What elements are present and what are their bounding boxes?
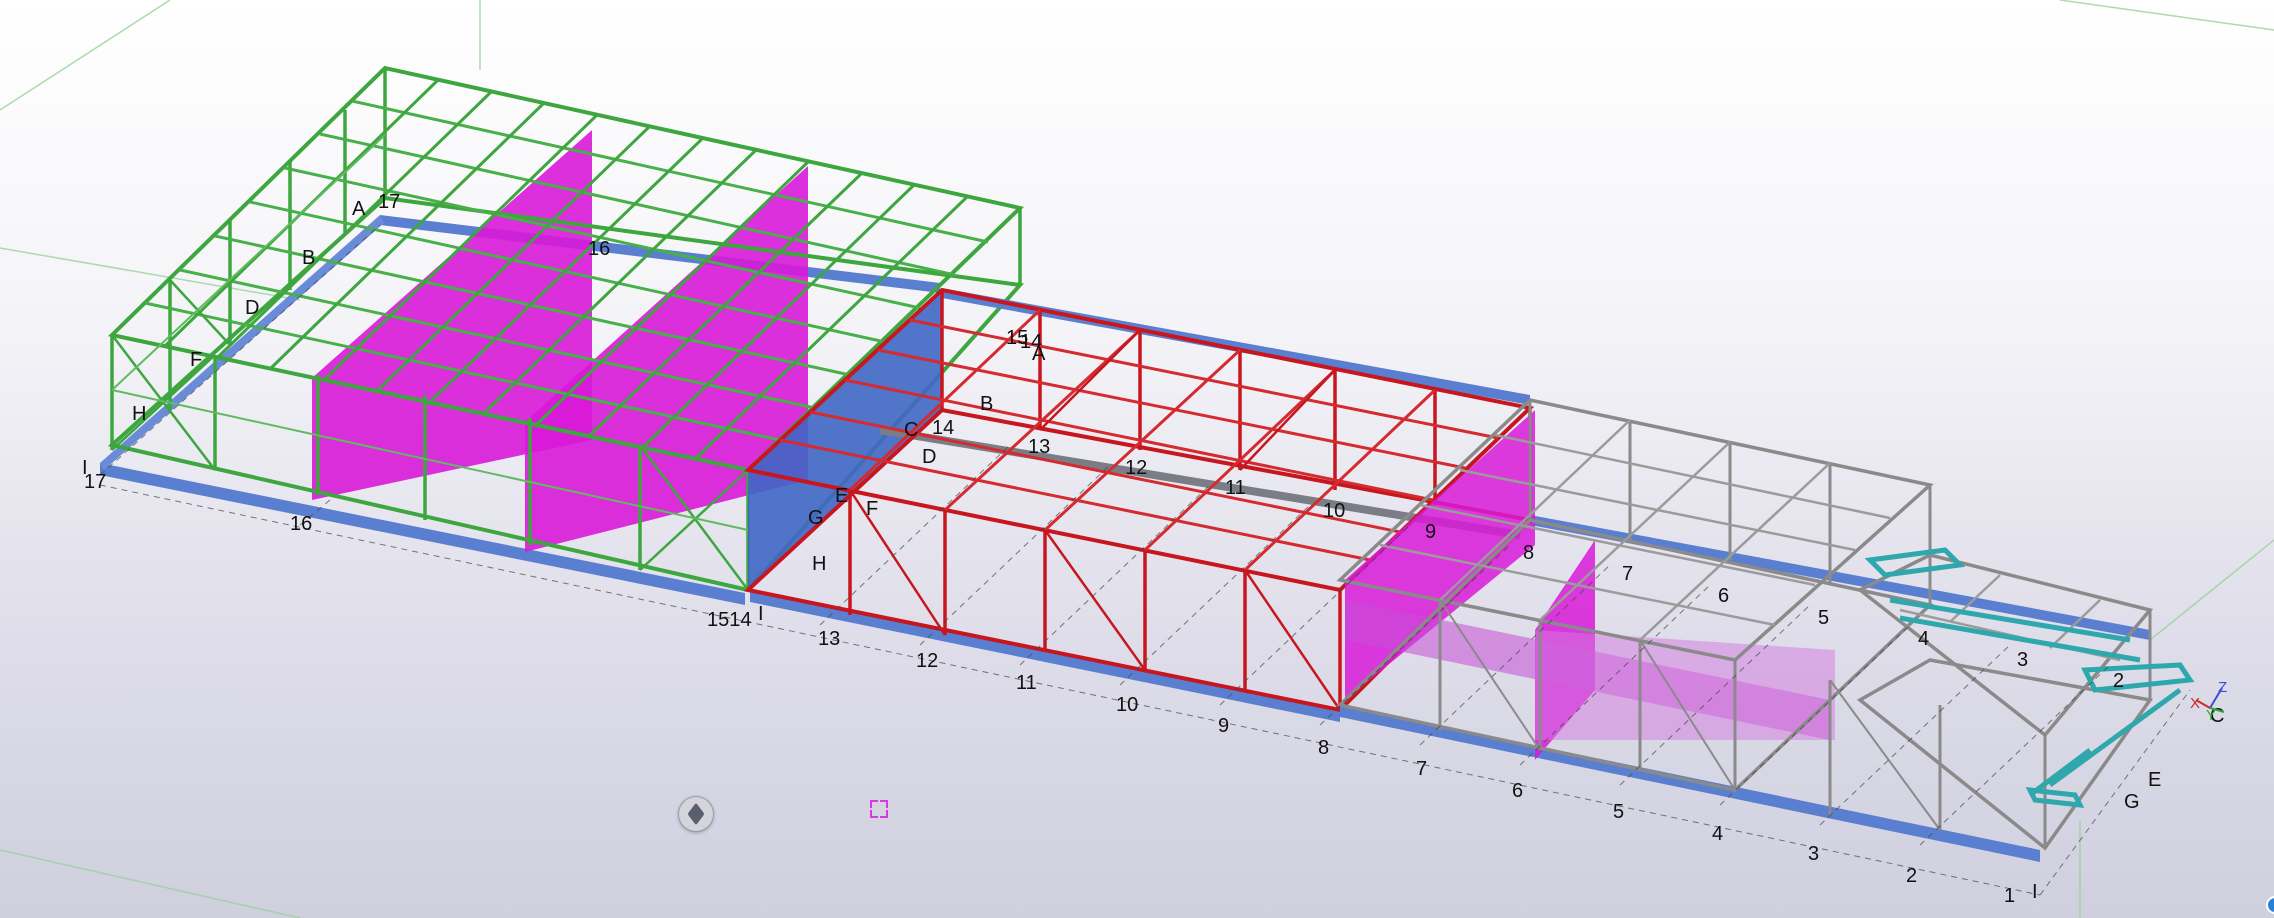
grid-label-9-bottom: 9 — [1218, 715, 1229, 737]
grid-label-G-seg2: G — [808, 507, 824, 529]
grid-label-5-bottom: 5 — [1613, 801, 1624, 823]
grid-label-F-seg2: F — [866, 498, 878, 520]
grid-label-8-bottom: 8 — [1318, 737, 1329, 759]
grid-label-16-top: 16 — [588, 238, 610, 260]
grid-label-C-seg2: C — [904, 419, 918, 441]
grid-label-F-seg1: F — [190, 349, 202, 371]
grid-label-E-end: E — [2148, 769, 2161, 791]
grid-label-11-top: 11 — [1225, 477, 1246, 499]
grid-label-2-top: 2 — [2113, 670, 2124, 692]
grid-label-3-top: 3 — [2017, 649, 2028, 671]
grid-label-H-seg2: H — [812, 553, 826, 575]
grid-label-11-bottom: 11 — [1016, 672, 1037, 694]
zoom-fit-icon[interactable] — [870, 800, 888, 818]
green-building-segment — [100, 65, 1025, 605]
grid-label-8-top: 8 — [1523, 542, 1534, 564]
grid-label-12-top: 12 — [1125, 457, 1147, 479]
grid-label-7-bottom: 7 — [1416, 758, 1427, 780]
grid-label-D-seg2: D — [922, 446, 936, 468]
axis-z-label: Z — [2218, 679, 2227, 696]
grid-label-1514-bottom: 1514 — [707, 609, 752, 631]
grid-label-A-seg1: A — [352, 198, 366, 220]
grid-label-12-bottom: 12 — [916, 650, 938, 672]
grid-label-4-bottom: 4 — [1712, 823, 1723, 845]
grid-label-6-bottom: 6 — [1512, 780, 1523, 802]
grid-label-17-top: 17 — [378, 191, 400, 213]
grid-label-I-seg2: I — [758, 603, 764, 625]
structure-3d-scene: A 17 B D F H I 17 16 16 1514 1 5 14 A B C… — [0, 0, 2274, 918]
axis-y-label: Y — [2206, 707, 2216, 724]
model-viewport[interactable]: A 17 B D F H I 17 16 16 1514 1 5 14 A B C… — [0, 0, 2274, 918]
grid-label-B-seg1: B — [302, 247, 315, 269]
cube-glyph — [687, 802, 705, 826]
grid-label-7-top: 7 — [1622, 563, 1633, 585]
grid-label-D-seg1: D — [245, 297, 259, 319]
grid-label-10-top: 10 — [1323, 500, 1345, 522]
grid-label-A-seg2: A — [1032, 343, 1046, 365]
grid-label-6-top: 6 — [1718, 585, 1729, 607]
grid-label-H-seg1: H — [132, 403, 146, 425]
grid-label-13-top: 13 — [1028, 436, 1050, 458]
grid-label-G-end: G — [2124, 791, 2140, 813]
grid-label-4-top: 4 — [1918, 628, 1929, 650]
grid-label-B-seg2: B — [980, 393, 993, 415]
axis-x-label: X — [2190, 695, 2200, 712]
grid-label-3-bottom: 3 — [1808, 843, 1819, 865]
grid-label-14-mid: 14 — [932, 417, 954, 439]
grid-label-17-bottom: 17 — [84, 471, 106, 493]
grid-label-16-bottom: 16 — [290, 513, 312, 535]
grid-label-13-bottom: 13 — [818, 628, 840, 650]
grid-label-1-bottom: 1 — [2004, 885, 2015, 907]
grid-label-2-bottom: 2 — [1906, 865, 1917, 887]
grid-label-5-top: 5 — [1818, 607, 1829, 629]
view-cube-icon[interactable] — [678, 796, 714, 832]
grid-label-10-bottom: 10 — [1116, 694, 1138, 716]
grid-label-I-end: I — [2032, 881, 2038, 903]
grid-label-E-seg2: E — [835, 485, 848, 507]
grid-label-9-top: 9 — [1425, 521, 1436, 543]
